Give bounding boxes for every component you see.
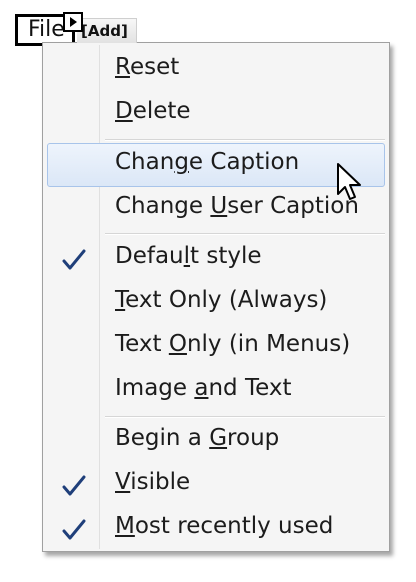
menu-item-label: Delete (115, 98, 191, 124)
menu-item-label: Visible (115, 469, 191, 495)
menu-item-change-user-caption[interactable]: Change User Caption (47, 187, 385, 231)
menu-item-label: Text Only (in Menus) (115, 331, 351, 357)
menu-item-visible[interactable]: Visible (47, 463, 385, 507)
toolbar: File [Add] (13, 12, 141, 46)
checkmark-icon (62, 519, 86, 540)
menu-item-label: Change Caption (115, 149, 300, 175)
menu-item-label: Default style (115, 243, 262, 269)
dropdown-arrow-icon[interactable] (63, 12, 83, 32)
menu-item-begin-a-group[interactable]: Begin a Group (47, 419, 385, 463)
menu-item-label: Text Only (Always) (115, 287, 328, 313)
checkmark-icon (62, 249, 86, 270)
menu-item-label: Most recently used (115, 513, 334, 539)
menu-item-change-caption[interactable]: Change Caption (47, 143, 385, 187)
menu-separator-highlight (105, 234, 385, 235)
menu-item-reset[interactable]: Reset (47, 48, 385, 92)
menu-item-default-style[interactable]: Default style (47, 237, 385, 281)
menu-item-text-only-in-menus[interactable]: Text Only (in Menus) (47, 325, 385, 369)
menu-item-image-and-text[interactable]: Image and Text (47, 369, 385, 413)
context-menu: Reset Delete Change Caption Change User … (42, 42, 390, 552)
menu-item-delete[interactable]: Delete (47, 92, 385, 136)
add-button-label: [Add] (81, 22, 128, 40)
screenshot-stage: File [Add] Reset Delete Change Caption C… (0, 0, 416, 582)
menu-item-most-recently-used[interactable]: Most recently used (47, 507, 385, 551)
menu-item-label: Image and Text (115, 375, 292, 401)
menu-item-label: Begin a Group (115, 425, 280, 451)
menu-item-label: Change User Caption (115, 193, 359, 219)
mouse-pointer-icon (337, 163, 361, 200)
menu-separator-highlight (105, 140, 385, 141)
menu-item-text-only-always[interactable]: Text Only (Always) (47, 281, 385, 325)
checkmark-icon (62, 475, 86, 496)
menu-separator-highlight (105, 417, 385, 418)
file-menu-label: File (28, 17, 65, 42)
menu-item-label: Reset (115, 54, 180, 80)
add-button[interactable]: [Add] (77, 18, 137, 43)
